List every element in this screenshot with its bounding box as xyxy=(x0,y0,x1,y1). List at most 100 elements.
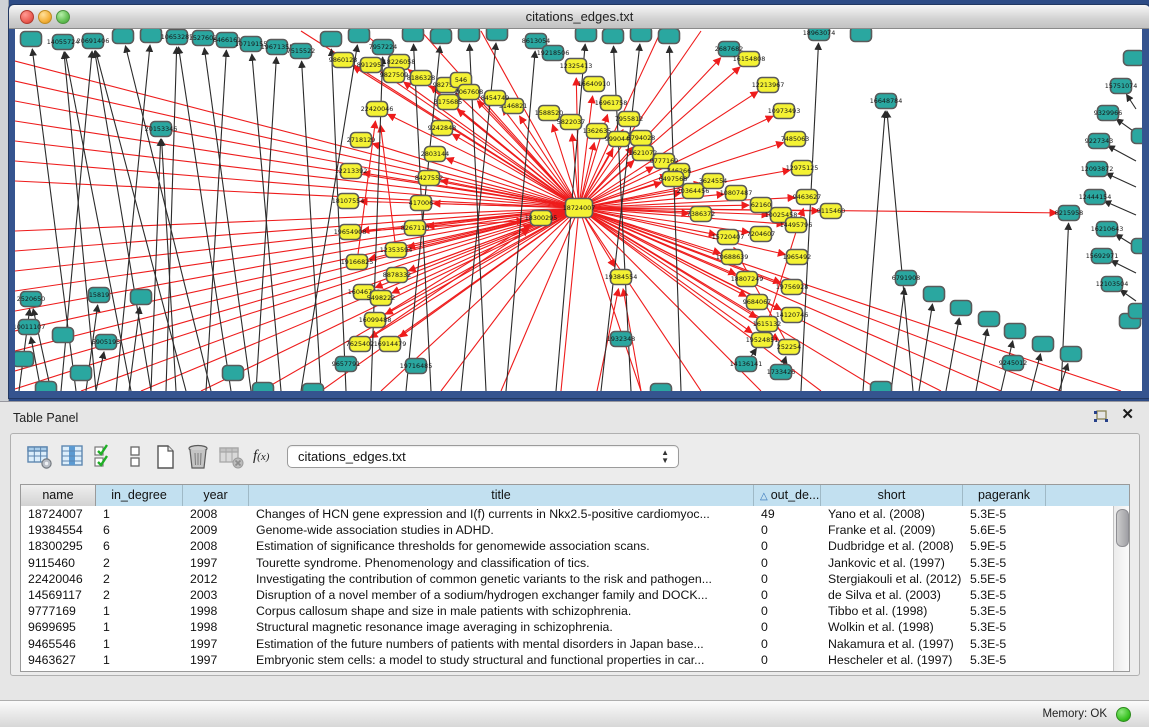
graph-node[interactable]: 7485063 xyxy=(781,132,809,147)
function-builder-icon[interactable]: f(x) xyxy=(253,444,279,470)
graph-node[interactable]: 2520650 xyxy=(17,292,45,307)
graph-node[interactable] xyxy=(979,312,1000,327)
float-window-icon[interactable] xyxy=(1093,410,1109,424)
graph-node[interactable] xyxy=(131,290,152,305)
graph-node[interactable]: 16210643 xyxy=(1091,222,1124,237)
graph-node[interactable]: 7204607 xyxy=(747,227,775,242)
graph-node[interactable]: 12325413 xyxy=(560,59,593,74)
graph-node[interactable]: 6497568 xyxy=(659,172,687,187)
column-header-out_de[interactable]: △out_de... xyxy=(754,485,821,506)
graph-node[interactable]: 7957224 xyxy=(369,40,397,55)
graph-node[interactable]: 20691406 xyxy=(77,34,110,49)
graph-node[interactable]: 9827509 xyxy=(380,68,408,83)
graph-node[interactable] xyxy=(403,29,424,42)
graph-node[interactable]: 5498222 xyxy=(367,291,395,306)
delete-columns-icon[interactable] xyxy=(185,444,211,470)
graph-node[interactable]: 20153346 xyxy=(145,122,178,137)
graph-node[interactable]: 7955812 xyxy=(615,112,643,127)
graph-node[interactable] xyxy=(631,29,652,42)
graph-node[interactable] xyxy=(303,384,324,392)
graph-node[interactable] xyxy=(15,352,34,367)
graph-node[interactable] xyxy=(924,287,945,302)
graph-node[interactable] xyxy=(1132,239,1143,254)
table-row[interactable]: 969969511998Structural magnetic resonanc… xyxy=(21,619,1114,635)
graph-node[interactable]: 9115460 xyxy=(817,204,845,219)
graph-node[interactable] xyxy=(36,382,57,392)
graph-node[interactable] xyxy=(1129,304,1143,319)
graph-node[interactable]: 8267110 xyxy=(401,221,429,236)
table-mode-options-icon[interactable] xyxy=(27,444,53,470)
graph-node[interactable]: 9242848 xyxy=(428,121,456,136)
graph-node[interactable]: 7386372 xyxy=(687,207,715,222)
graph-node[interactable] xyxy=(1005,324,1026,339)
graph-node[interactable] xyxy=(1124,51,1143,66)
table-row[interactable]: 1830029562008Estimation of significance … xyxy=(21,538,1114,554)
graph-node[interactable] xyxy=(21,32,42,47)
graph-node[interactable] xyxy=(1061,347,1082,362)
vertical-scrollbar[interactable] xyxy=(1113,506,1129,671)
graph-node[interactable]: 9463627 xyxy=(793,190,821,205)
graph-node[interactable] xyxy=(1132,129,1143,144)
graph-node[interactable]: 18107554 xyxy=(332,194,365,209)
column-header-year[interactable]: year xyxy=(183,485,249,506)
graph-node[interactable]: 1615132 xyxy=(753,317,781,332)
graph-node[interactable]: 6794028 xyxy=(627,131,655,146)
column-header-title[interactable]: title xyxy=(249,485,754,506)
graph-node[interactable]: 1965492 xyxy=(783,250,811,265)
table-row[interactable]: 1938455462009Genome-wide association stu… xyxy=(21,522,1114,538)
graph-node[interactable]: 10807487 xyxy=(720,186,753,201)
graph-node[interactable] xyxy=(223,366,244,381)
table-row[interactable]: 1872400712008Changes of HCN gene express… xyxy=(21,506,1114,522)
graph-node[interactable] xyxy=(871,382,892,392)
graph-node[interactable] xyxy=(659,29,680,44)
graph-node[interactable]: 18724007 xyxy=(563,199,596,218)
graph-node[interactable]: 19524851 xyxy=(746,333,779,348)
graph-node[interactable] xyxy=(487,29,508,41)
table-row[interactable]: 2242004622012Investigating the contribut… xyxy=(21,571,1114,587)
graph-node[interactable] xyxy=(603,29,624,44)
table-row[interactable]: 1456911722003Disruption of a novel membe… xyxy=(21,587,1114,603)
column-header-short[interactable]: short xyxy=(821,485,963,506)
table-row[interactable]: 977716911998Corpus callosum shape and si… xyxy=(21,603,1114,619)
graph-node[interactable]: 12213967 xyxy=(752,78,785,93)
graph-node[interactable]: 18963074 xyxy=(803,29,836,41)
graph-node[interactable]: 252254 xyxy=(777,340,801,355)
graph-node[interactable] xyxy=(651,384,672,392)
select-all-icon[interactable] xyxy=(93,444,119,470)
graph-node[interactable]: 16099488 xyxy=(359,313,392,328)
graph-node[interactable]: 9329966 xyxy=(1094,106,1122,121)
graph-node[interactable] xyxy=(321,32,342,47)
graph-node[interactable] xyxy=(53,328,74,343)
window-titlebar[interactable]: citations_edges.txt xyxy=(9,5,1149,29)
graph-node[interactable] xyxy=(576,29,597,42)
close-panel-icon[interactable]: ✕ xyxy=(1121,407,1134,423)
graph-node[interactable]: 14136141 xyxy=(730,357,763,372)
graph-node[interactable]: 8215958 xyxy=(1055,206,1083,221)
graph-node[interactable]: 12975125 xyxy=(786,161,819,176)
graph-node[interactable]: 12213392 xyxy=(335,164,368,179)
deselect-all-icon[interactable] xyxy=(123,444,149,470)
graph-node[interactable] xyxy=(951,301,972,316)
column-header-in_degree[interactable]: in_degree xyxy=(96,485,183,506)
graph-node[interactable]: 19384554 xyxy=(605,270,638,285)
show-hide-columns-icon[interactable] xyxy=(60,444,86,470)
column-header-pagerank[interactable]: pagerank xyxy=(963,485,1046,506)
graph-node[interactable]: 15751074 xyxy=(1105,79,1138,94)
scrollbar-thumb[interactable] xyxy=(1116,509,1129,547)
graph-node[interactable] xyxy=(851,29,872,42)
graph-node[interactable]: 10011107 xyxy=(15,320,45,335)
table-row[interactable]: 911546021997Tourette syndrome. Phenomeno… xyxy=(21,555,1114,571)
graph-node[interactable]: 14055724 xyxy=(47,35,80,50)
graph-node[interactable]: 15720407 xyxy=(712,230,745,245)
graph-node[interactable]: 15819 xyxy=(89,288,110,303)
graph-node[interactable]: 9657791 xyxy=(332,357,360,372)
graph-node[interactable]: 5822037 xyxy=(557,115,585,130)
graph-node[interactable]: 6791908 xyxy=(892,271,920,286)
graph-node[interactable]: 7515522 xyxy=(287,44,315,59)
graph-node[interactable]: 1733426 xyxy=(767,365,795,380)
network-canvas[interactable]: 1405572420691406106532871527602646616110… xyxy=(15,29,1142,391)
graph-node[interactable]: 3175685 xyxy=(434,95,462,110)
graph-node[interactable] xyxy=(141,29,162,43)
graph-node[interactable] xyxy=(459,29,480,42)
graph-node[interactable]: 16961758 xyxy=(595,96,628,111)
